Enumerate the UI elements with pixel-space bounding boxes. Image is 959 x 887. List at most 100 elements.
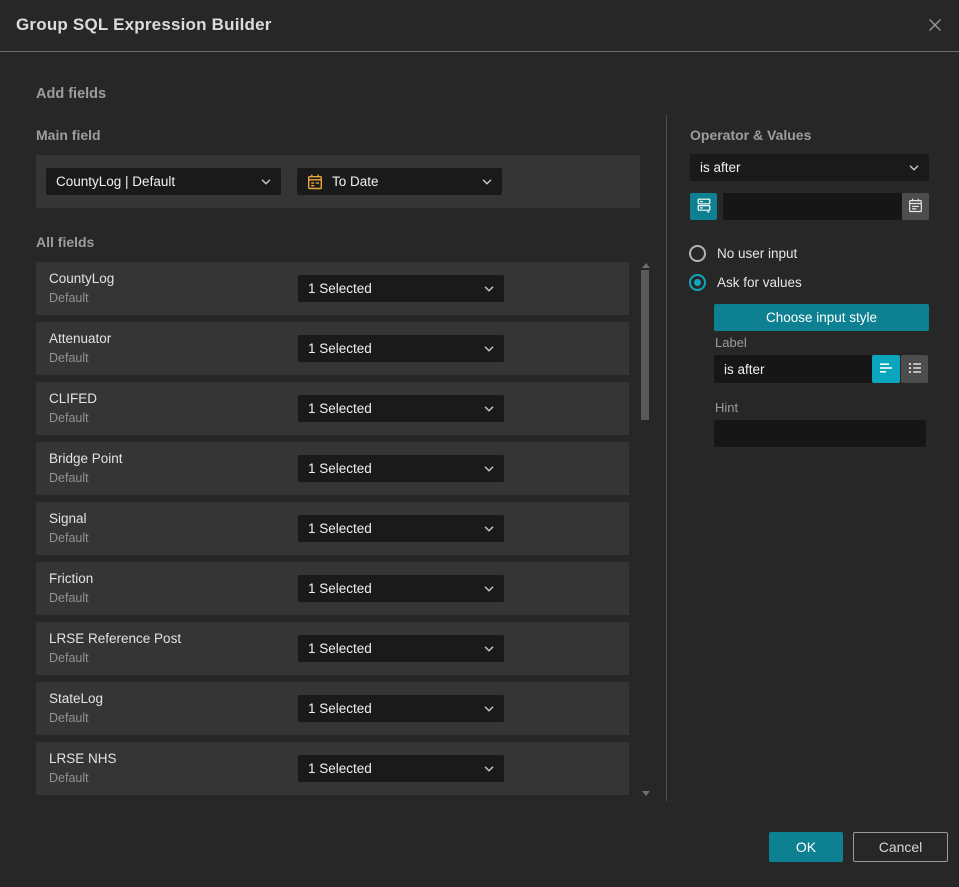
radio-unselected-icon [689, 245, 706, 262]
radio-no-user-input[interactable]: No user input [689, 245, 797, 262]
chevron-down-icon [484, 285, 494, 292]
field-selected-value: 1 Selected [308, 521, 372, 536]
field-name: LRSE Reference Post [49, 631, 182, 646]
field-row: CountyLog Default 1 Selected [36, 262, 629, 315]
chevron-down-icon [484, 705, 494, 712]
dialog-titlebar: Group SQL Expression Builder [0, 0, 959, 52]
field-row: StateLog Default 1 Selected [36, 682, 629, 735]
single-input-style-button[interactable] [872, 355, 900, 383]
field-name: Friction [49, 571, 94, 586]
scroll-down-icon[interactable] [642, 791, 650, 796]
field-selected-dropdown[interactable]: 1 Selected [298, 275, 504, 302]
field-subtitle: Default [49, 651, 89, 665]
field-row: Attenuator Default 1 Selected [36, 322, 629, 375]
scroll-up-icon[interactable] [642, 263, 650, 268]
field-selected-dropdown[interactable]: 1 Selected [298, 695, 504, 722]
main-field-dropdown-value: CountyLog | Default [56, 174, 176, 189]
field-subtitle: Default [49, 411, 89, 425]
field-row: LRSE NHS Default 1 Selected [36, 742, 629, 795]
close-button[interactable] [924, 16, 946, 38]
main-field-dropdown[interactable]: CountyLog | Default [46, 168, 281, 195]
chevron-down-icon [484, 585, 494, 592]
field-row: CLIFED Default 1 Selected [36, 382, 629, 435]
field-selected-value: 1 Selected [308, 281, 372, 296]
field-selected-dropdown[interactable]: 1 Selected [298, 575, 504, 602]
field-selected-value: 1 Selected [308, 761, 372, 776]
calendar-icon [307, 174, 323, 190]
operator-dropdown[interactable]: is after [690, 154, 929, 181]
value-list-icon [696, 197, 712, 216]
main-field-heading: Main field [36, 127, 101, 143]
label-field-label: Label [715, 335, 747, 350]
field-subtitle: Default [49, 351, 89, 365]
field-row: LRSE Reference Post Default 1 Selected [36, 622, 629, 675]
field-subtitle: Default [49, 291, 89, 305]
align-left-icon [878, 360, 894, 379]
field-row: Signal Default 1 Selected [36, 502, 629, 555]
field-subtitle: Default [49, 591, 89, 605]
hint-input[interactable] [714, 420, 926, 447]
choose-input-style-button[interactable]: Choose input style [714, 304, 929, 331]
hint-field-label: Hint [715, 400, 739, 415]
field-name: Signal [49, 511, 87, 526]
pick-values-button[interactable] [690, 193, 717, 220]
all-fields-list: CountyLog Default 1 Selected Attenuator … [36, 262, 629, 802]
field-name: StateLog [49, 691, 104, 706]
date-field-dropdown[interactable]: To Date [297, 168, 502, 195]
field-selected-dropdown[interactable]: 1 Selected [298, 395, 504, 422]
field-row: Friction Default 1 Selected [36, 562, 629, 615]
field-name: LRSE NHS [49, 751, 117, 766]
field-selected-dropdown[interactable]: 1 Selected [298, 455, 504, 482]
cancel-button[interactable]: Cancel [853, 832, 948, 862]
radio-ask-for-values[interactable]: Ask for values [689, 274, 802, 291]
chevron-down-icon [484, 525, 494, 532]
field-selected-value: 1 Selected [308, 341, 372, 356]
field-selected-dropdown[interactable]: 1 Selected [298, 755, 504, 782]
chevron-down-icon [484, 345, 494, 352]
field-selected-dropdown[interactable]: 1 Selected [298, 635, 504, 662]
close-icon [925, 15, 945, 40]
operator-dropdown-value: is after [700, 160, 741, 175]
scrollbar-thumb[interactable] [641, 270, 649, 420]
field-selected-dropdown[interactable]: 1 Selected [298, 335, 504, 362]
value-calendar-button[interactable] [902, 193, 929, 220]
chevron-down-icon [482, 178, 492, 185]
bulleted-list-icon [907, 360, 923, 379]
list-input-style-button[interactable] [901, 355, 928, 383]
group-sql-expression-builder-dialog: Group SQL Expression Builder Add fields … [0, 0, 959, 887]
field-selected-value: 1 Selected [308, 581, 372, 596]
field-name: Bridge Point [49, 451, 123, 466]
field-name: CLIFED [49, 391, 98, 406]
field-name: Attenuator [49, 331, 112, 346]
ok-button[interactable]: OK [769, 832, 843, 862]
field-selected-value: 1 Selected [308, 401, 372, 416]
chevron-down-icon [484, 405, 494, 412]
dialog-title: Group SQL Expression Builder [16, 15, 272, 34]
add-fields-heading: Add fields [36, 86, 107, 102]
value-input[interactable] [723, 193, 902, 220]
field-name: CountyLog [49, 271, 115, 286]
chevron-down-icon [261, 178, 271, 185]
panel-divider [666, 115, 667, 801]
chevron-down-icon [484, 765, 494, 772]
field-selected-dropdown[interactable]: 1 Selected [298, 515, 504, 542]
fields-list-scrollbar[interactable] [640, 261, 652, 800]
chevron-down-icon [909, 164, 919, 171]
all-fields-heading: All fields [36, 234, 95, 250]
field-selected-value: 1 Selected [308, 641, 372, 656]
field-selected-value: 1 Selected [308, 461, 372, 476]
field-subtitle: Default [49, 711, 89, 725]
field-subtitle: Default [49, 471, 89, 485]
date-field-dropdown-value: To Date [332, 174, 379, 189]
calendar-icon [908, 198, 923, 216]
label-input[interactable] [714, 355, 872, 383]
field-selected-value: 1 Selected [308, 701, 372, 716]
field-row: Bridge Point Default 1 Selected [36, 442, 629, 495]
radio-no-user-input-label: No user input [717, 246, 798, 261]
chevron-down-icon [484, 465, 494, 472]
chevron-down-icon [484, 645, 494, 652]
main-field-container: CountyLog | Default To Date [36, 155, 640, 208]
field-subtitle: Default [49, 771, 89, 785]
radio-ask-for-values-label: Ask for values [717, 275, 802, 290]
field-subtitle: Default [49, 531, 89, 545]
